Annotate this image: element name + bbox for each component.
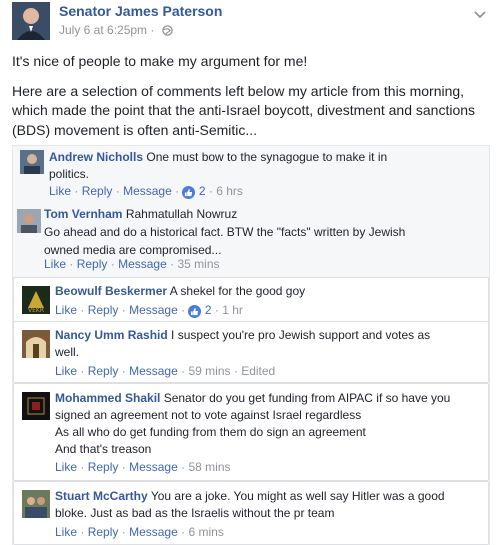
post-paragraph: It's nice of people to make my argument … (12, 53, 308, 69)
dot-separator: · (181, 525, 186, 539)
message-button[interactable]: Message (129, 525, 178, 539)
dot-separator: · (208, 184, 213, 198)
dot-separator: · (181, 364, 186, 378)
comment-text: As all who do get funding from them do s… (55, 425, 366, 439)
comment-actions: Like · Reply · Message · 6 mins (55, 525, 224, 539)
commenter-name[interactable]: Andrew Nicholls (49, 150, 143, 164)
reaction-count[interactable]: 2 (205, 303, 212, 317)
comment-timestamp[interactable]: 6 mins (188, 525, 223, 539)
comment-body: Stuart McCarthy You are a joke. You migh… (55, 488, 475, 522)
comment-actions: Like · Reply · Message · 35 mins (44, 257, 220, 271)
like-button[interactable]: Like (55, 364, 77, 378)
comment-actions: Like · Reply · Message · 59 mins · Edite… (55, 364, 275, 378)
comment-text: A shekel for the good goy (169, 284, 306, 298)
like-reaction-icon[interactable] (188, 305, 202, 318)
commenter-avatar[interactable] (20, 150, 44, 174)
commenter-name[interactable]: Nancy Umm Rashid (55, 328, 168, 342)
comment-actions: Like · Reply · Message · 2 · 1 hr (55, 303, 243, 318)
dot-separator: · (80, 364, 85, 378)
commenter-avatar[interactable] (22, 490, 50, 518)
message-button[interactable]: Message (129, 303, 178, 317)
chevron-down-icon[interactable] (474, 6, 486, 24)
post-paragraph: Here are a selection of comments left be… (12, 82, 476, 138)
comment: VEKR Beowulf Beskermer A shekel for the … (13, 277, 489, 324)
dot-separator: · (121, 364, 126, 378)
reply-button[interactable]: Reply (88, 364, 119, 378)
message-button[interactable]: Message (129, 460, 178, 474)
reply-button[interactable]: Reply (88, 460, 119, 474)
comment-timestamp[interactable]: 35 mins (177, 257, 219, 271)
comment-text: And that's treason (55, 442, 152, 456)
post-header: Senator James Paterson July 6 at 6:25pm … (12, 2, 492, 42)
dot-separator: · (80, 525, 85, 539)
commenter-avatar[interactable]: VEKR (22, 286, 50, 314)
dot-separator: · (80, 303, 85, 317)
post-timestamp[interactable]: July 6 at 6:25pm (59, 23, 147, 37)
dot-separator: · (80, 460, 85, 474)
comment-text: Go ahead and do a historical fact. BTW t… (44, 225, 406, 257)
commenter-avatar[interactable] (22, 392, 50, 420)
like-button[interactable]: Like (49, 184, 71, 198)
mentioned-name[interactable]: Rahmatullah Nowruz (126, 207, 237, 221)
dot-separator: · (233, 364, 238, 378)
commenter-name[interactable]: Stuart McCarthy (55, 489, 148, 503)
svg-text:VEKR: VEKR (28, 307, 44, 314)
comment: Andrew Nicholls One must bow to the syna… (13, 146, 489, 201)
post-meta: July 6 at 6:25pm · (59, 23, 173, 39)
dot-separator: · (175, 184, 180, 198)
dot-separator: · (170, 257, 175, 271)
dot-separator: · (181, 460, 186, 474)
dot-separator: · (74, 184, 79, 198)
message-button[interactable]: Message (129, 364, 178, 378)
message-button[interactable]: Message (118, 257, 167, 271)
reply-button[interactable]: Reply (82, 184, 113, 198)
comment-actions: Like · Reply · Message · 2 · 6 hrs (49, 184, 243, 199)
dot-separator: · (121, 460, 126, 474)
like-button[interactable]: Like (55, 525, 77, 539)
dot-separator: · (181, 303, 186, 317)
dot-separator: · (214, 303, 219, 317)
like-reaction-icon[interactable] (182, 186, 196, 199)
comment: Nancy Umm Rashid I suspect you're pro Je… (13, 321, 489, 383)
comment-actions: Like · Reply · Message · 58 mins (55, 460, 231, 474)
dot-separator: · (69, 257, 74, 271)
dot-separator: · (121, 303, 126, 317)
comment-timestamp[interactable]: 1 hr (222, 303, 243, 317)
reaction-count[interactable]: 2 (199, 184, 206, 198)
message-button[interactable]: Message (123, 184, 172, 198)
comment-body: Tom Vernham Rahmatullah Nowruz Go ahead … (44, 205, 434, 259)
comment-timestamp[interactable]: 59 mins (188, 364, 230, 378)
dot-separator: · (115, 184, 120, 198)
post-body: It's nice of people to make my argument … (12, 52, 492, 150)
comment: Mohammed Shakil Senator do you get fundi… (13, 383, 489, 481)
globe-icon (162, 25, 173, 39)
comment-body: Mohammed Shakil Senator do you get fundi… (55, 390, 475, 458)
like-button[interactable]: Like (55, 303, 77, 317)
reply-button[interactable]: Reply (88, 303, 119, 317)
comment-body: Andrew Nicholls One must bow to the syna… (49, 149, 429, 183)
commenter-name[interactable]: Beowulf Beskermer (55, 284, 167, 298)
comment-screenshots: Andrew Nicholls One must bow to the syna… (12, 145, 490, 545)
comment-body: Nancy Umm Rashid I suspect you're pro Je… (55, 327, 455, 361)
like-button[interactable]: Like (55, 460, 77, 474)
commenter-name[interactable]: Mohammed Shakil (55, 391, 160, 405)
commenter-avatar[interactable] (22, 330, 50, 358)
author-name[interactable]: Senator James Paterson (59, 3, 222, 19)
commenter-avatar[interactable] (17, 209, 41, 233)
comment-body: Beowulf Beskermer A shekel for the good … (55, 283, 475, 299)
author-avatar[interactable] (12, 2, 50, 40)
comment-timestamp[interactable]: 6 hrs (216, 184, 243, 198)
dot-separator: · (121, 525, 126, 539)
meta-separator: · (150, 23, 155, 37)
reply-button[interactable]: Reply (88, 525, 119, 539)
comment: Stuart McCarthy You are a joke. You migh… (13, 481, 489, 545)
dot-separator: · (110, 257, 115, 271)
reply-button[interactable]: Reply (77, 257, 108, 271)
like-button[interactable]: Like (44, 257, 66, 271)
commenter-name[interactable]: Tom Vernham (44, 207, 122, 221)
comment-timestamp[interactable]: 58 mins (188, 460, 230, 474)
edited-label[interactable]: Edited (241, 364, 275, 378)
